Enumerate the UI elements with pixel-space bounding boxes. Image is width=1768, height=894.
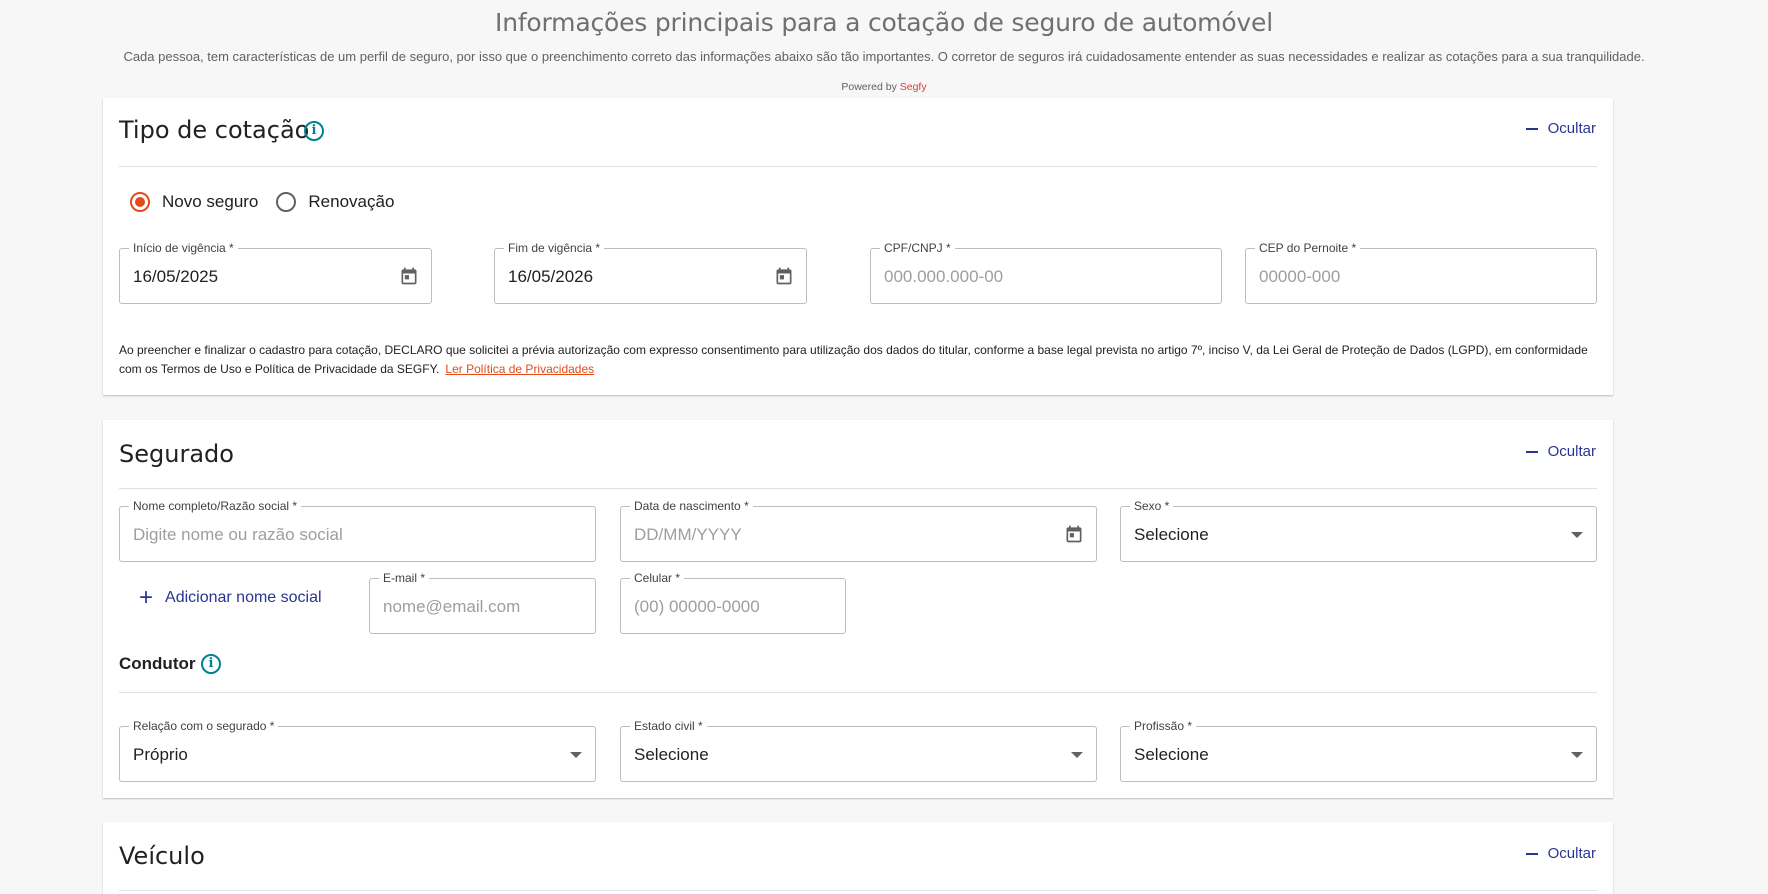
radio-label: Novo seguro: [162, 192, 259, 211]
hide-label: Ocultar: [1547, 443, 1596, 460]
field-label: CPF/CNPJ *: [880, 241, 955, 255]
inicio-vigencia-field[interactable]: Início de vigência * 16/05/2025: [119, 241, 432, 304]
relacao-segurado-select[interactable]: Relação com o segurado * Próprio: [119, 719, 596, 782]
divider: [119, 890, 1597, 891]
veiculo-card: Veículo Ocultar: [103, 822, 1613, 894]
field-placeholder: 00000-000: [1259, 267, 1341, 286]
powered-by: Powered by Segfy: [0, 81, 1768, 93]
page-subtitle: Cada pessoa, tem características de um p…: [123, 49, 1645, 64]
fim-vigencia-field[interactable]: Fim de vigência * 16/05/2026: [494, 241, 807, 304]
chevron-down-icon: [1571, 532, 1583, 538]
cpf-cnpj-field[interactable]: CPF/CNPJ * 000.000.000-00: [870, 241, 1222, 304]
field-placeholder: DD/MM/YYYY: [634, 525, 742, 544]
field-label: Data de nascimento *: [630, 499, 753, 513]
hide-tipo-cotacao-button[interactable]: Ocultar: [1525, 120, 1596, 137]
segurado-title: Segurado: [119, 440, 234, 468]
calendar-icon[interactable]: [774, 266, 794, 286]
hide-label: Ocultar: [1547, 120, 1596, 137]
page-title: Informações principais para a cotação de…: [495, 8, 1273, 37]
radio-renovacao[interactable]: Renovação: [276, 192, 394, 212]
field-label: Fim de vigência *: [504, 241, 605, 255]
field-label: Celular *: [630, 571, 685, 585]
chevron-down-icon: [570, 752, 582, 758]
segurado-card: Segurado Ocultar Nome completo/Razão soc…: [103, 420, 1613, 798]
chevron-down-icon: [1071, 752, 1083, 758]
field-label: E-mail *: [379, 571, 430, 585]
powered-by-prefix: Powered by: [841, 81, 897, 93]
radio-label: Renovação: [308, 192, 395, 211]
hide-veiculo-button[interactable]: Ocultar: [1525, 845, 1596, 862]
chevron-down-icon: [1571, 752, 1583, 758]
minus-icon: [1525, 127, 1538, 130]
select-value: Selecione: [1134, 525, 1209, 544]
nome-completo-field[interactable]: Nome completo/Razão social * Digite nome…: [119, 499, 596, 562]
add-social-name-button[interactable]: + Adicionar nome social: [139, 584, 322, 611]
condutor-title: Condutor: [119, 654, 196, 673]
select-value: Selecione: [634, 745, 709, 764]
veiculo-title: Veículo: [119, 842, 205, 870]
select-value: Próprio: [133, 745, 188, 764]
field-placeholder: nome@email.com: [383, 597, 521, 616]
hide-segurado-button[interactable]: Ocultar: [1525, 443, 1596, 460]
field-placeholder: (00) 00000-0000: [634, 597, 760, 616]
field-label: CEP do Pernoite *: [1255, 241, 1361, 255]
tipo-cotacao-card: Tipo de cotação i Ocultar Novo seguro Re…: [103, 98, 1613, 395]
estado-civil-select[interactable]: Estado civil * Selecione: [620, 719, 1097, 782]
radio-novo-seguro[interactable]: Novo seguro: [130, 192, 258, 212]
field-label: Sexo *: [1130, 499, 1174, 513]
divider: [119, 488, 1597, 489]
field-placeholder: Digite nome ou razão social: [133, 525, 343, 544]
tipo-cotacao-radio-group: Novo seguro Renovação: [130, 192, 412, 212]
minus-icon: [1525, 852, 1538, 855]
lgpd-notice: Ao preencher e finalizar o cadastro para…: [119, 341, 1599, 379]
divider: [119, 166, 1597, 167]
field-label: Nome completo/Razão social *: [129, 499, 302, 513]
profissao-select[interactable]: Profissão * Selecione: [1120, 719, 1597, 782]
minus-icon: [1525, 450, 1538, 453]
info-icon[interactable]: i: [201, 654, 221, 674]
divider: [119, 692, 1597, 693]
sexo-select[interactable]: Sexo * Selecione: [1120, 499, 1597, 562]
cep-pernoite-field[interactable]: CEP do Pernoite * 00000-000: [1245, 241, 1597, 304]
field-label: Início de vigência *: [129, 241, 238, 255]
select-value: Selecione: [1134, 745, 1209, 764]
calendar-icon[interactable]: [1064, 524, 1084, 544]
field-value: 16/05/2026: [508, 267, 594, 286]
hide-label: Ocultar: [1547, 845, 1596, 862]
field-label: Estado civil *: [630, 719, 707, 733]
info-icon[interactable]: i: [304, 121, 324, 141]
powered-by-brand: Segfy: [899, 81, 927, 93]
celular-field[interactable]: Celular * (00) 00000-0000: [620, 571, 846, 634]
data-nascimento-field[interactable]: Data de nascimento * DD/MM/YYYY: [620, 499, 1097, 562]
field-placeholder: 000.000.000-00: [884, 267, 1004, 286]
calendar-icon[interactable]: [399, 266, 419, 286]
radio-unchecked-icon[interactable]: [276, 192, 297, 212]
plus-icon: +: [139, 584, 154, 611]
radio-checked-icon[interactable]: [130, 192, 150, 212]
tipo-cotacao-title: Tipo de cotação: [119, 116, 310, 144]
privacy-policy-link[interactable]: Ler Política de Privacidades: [445, 362, 594, 376]
field-label: Relação com o segurado *: [129, 719, 279, 733]
email-field[interactable]: E-mail * nome@email.com: [369, 571, 596, 634]
lgpd-text: Ao preencher e finalizar o cadastro para…: [119, 343, 1588, 376]
add-social-label: Adicionar nome social: [165, 589, 322, 606]
field-label: Profissão *: [1130, 719, 1197, 733]
field-value: 16/05/2025: [133, 267, 219, 286]
